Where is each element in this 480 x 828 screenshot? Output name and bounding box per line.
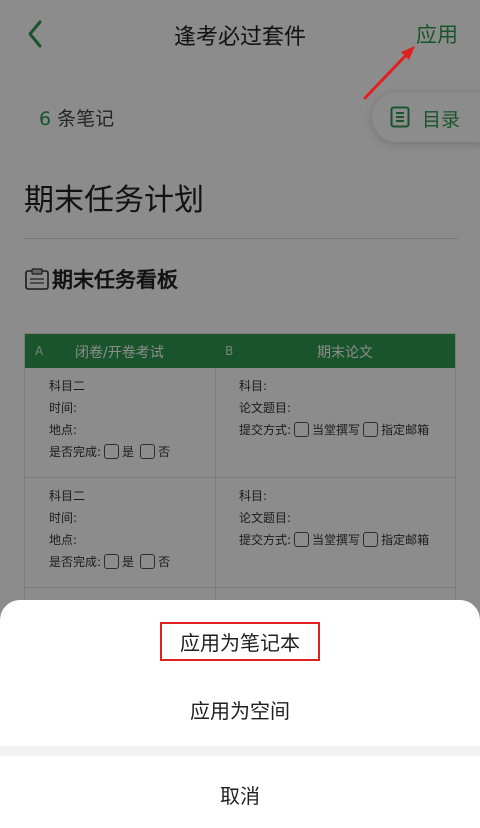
apply-as-space-option[interactable]: 应用为空间 <box>0 695 480 724</box>
action-sheet: 应用为笔记本 应用为空间 取消 <box>0 600 480 828</box>
sheet-separator <box>0 746 480 756</box>
apply-as-notebook-label: 应用为笔记本 <box>160 622 320 661</box>
cancel-button[interactable]: 取消 <box>0 780 480 809</box>
annotation-arrow-icon <box>363 46 415 100</box>
apply-as-notebook-option[interactable]: 应用为笔记本 <box>0 622 480 662</box>
